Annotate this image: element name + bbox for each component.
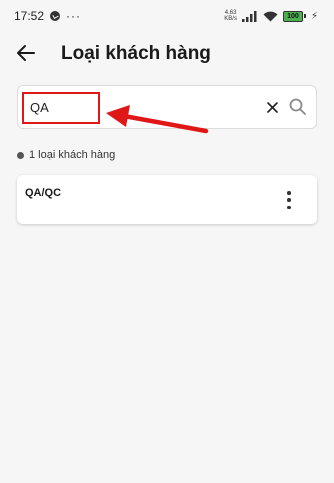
list-item[interactable]: QA/QC [17,175,317,224]
app-bar: Loại khách hàng [0,32,334,76]
close-icon [266,101,278,113]
status-time: 17:52 [14,9,45,23]
search-icon[interactable] [288,97,308,117]
list-item-label: QA/QC [25,187,62,199]
battery-icon: 100 [282,10,306,22]
search-input[interactable] [24,94,256,120]
more-notifications-icon: ··· [66,9,82,23]
status-bar-left: 17:52 ··· [14,9,81,23]
messenger-icon [50,11,61,21]
network-speed: 4.63 KB/s [224,10,237,22]
clear-search-button[interactable] [264,99,280,115]
arrow-left-icon[interactable] [14,41,38,65]
page-title: Loại khách hàng [61,43,211,64]
battery-level: 100 [282,10,303,22]
wifi-icon [263,11,278,21]
status-bar: 17:52 ··· 4.63 KB/s 100 ⚡ [0,0,334,32]
signal-icon [241,10,257,22]
result-count: 1 loại khách hàng [17,149,115,161]
network-speed-unit: KB/s [224,16,237,22]
status-bar-right: 4.63 KB/s 100 ⚡ [224,10,318,22]
charging-icon: ⚡ [310,10,318,22]
bullet-icon [17,151,24,159]
more-vertical-icon[interactable] [285,191,293,209]
result-count-text: 1 loại khách hàng [29,149,116,161]
search-bar [17,85,317,129]
